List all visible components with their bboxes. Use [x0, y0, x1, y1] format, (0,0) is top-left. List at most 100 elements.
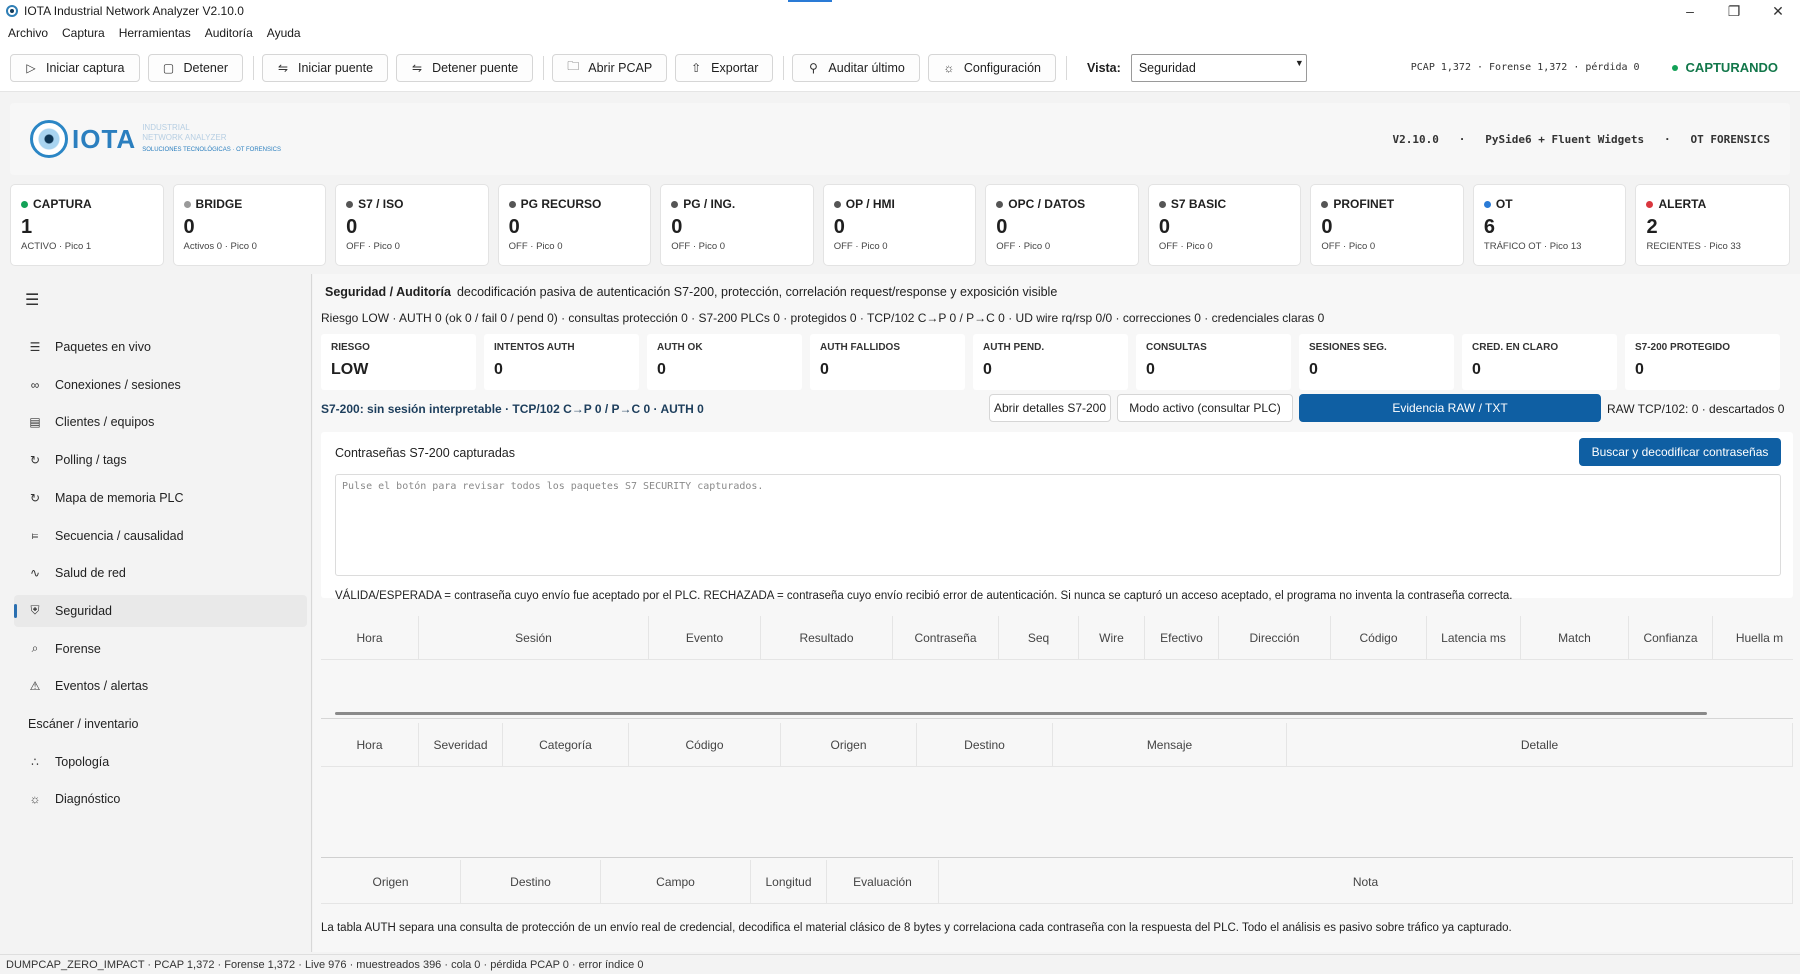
menu-auditoria[interactable]: Auditoría [205, 26, 253, 40]
column-header[interactable]: Destino [917, 723, 1053, 766]
view-label: Vista: [1086, 60, 1121, 75]
refresh-icon: ↻ [29, 453, 41, 468]
menu-herramientas[interactable]: Herramientas [119, 26, 191, 40]
card-value: 0 [508, 216, 520, 238]
column-header[interactable]: Efectivo [1145, 616, 1219, 659]
captured-passwords-title: Contraseñas S7-200 capturadas [335, 446, 515, 460]
sidebar-item-eventos-alertas[interactable]: ⚠ Eventos / alertas [14, 670, 307, 702]
start-capture-button[interactable]: ▷ Iniciar captura [10, 53, 140, 82]
sidebar-item-polling-tags[interactable]: ↻ Polling / tags [14, 444, 307, 476]
status-bar: DUMPCAP_ZERO_IMPACT · PCAP 1,372 · Foren… [0, 954, 1800, 974]
column-header[interactable]: Evento [649, 616, 761, 659]
card-subtitle: OFF · Pico 0 [996, 241, 1051, 252]
card-value: 0 [996, 216, 1008, 238]
restore-icon[interactable]: ❐ [1712, 0, 1756, 22]
column-header[interactable]: Hora [321, 723, 419, 766]
column-header[interactable]: Origen [321, 860, 461, 903]
column-header[interactable]: Campo [601, 860, 751, 903]
column-header[interactable]: Destino [461, 860, 601, 903]
card-subtitle: OFF · Pico 0 [1321, 241, 1376, 252]
card-value: 0 [833, 216, 845, 238]
sidebar-item-escaner-inventario[interactable]: Escáner / inventario [14, 708, 307, 740]
sidebar-item-topologia[interactable]: ∴ Topología [14, 746, 307, 778]
capture-status: CAPTURANDO [1671, 60, 1778, 75]
column-header[interactable]: Código [629, 723, 781, 766]
column-header[interactable]: Huella m [1713, 616, 1793, 659]
column-header[interactable]: Categoría [503, 723, 629, 766]
column-header[interactable]: Nota [939, 860, 1793, 903]
decode-passwords-button[interactable]: Buscar y decodificar contraseñas [1579, 438, 1781, 466]
audit-last-button[interactable]: ⚲ Auditar último [792, 53, 920, 82]
sidebar-item-secuencia-causalidad[interactable]: ⫢ Secuencia / causalidad [14, 520, 307, 552]
sequence-icon: ⫢ [31, 528, 39, 542]
search-icon: ⚲ [809, 60, 818, 75]
brand-banner: IOTA INDUSTRIAL NETWORK ANALYZER SOLUCIO… [10, 103, 1790, 175]
active-mode-button[interactable]: Modo activo (consultar PLC) [1117, 394, 1293, 422]
column-header[interactable]: Match [1521, 616, 1629, 659]
status-dot-icon [21, 200, 28, 208]
sidebar-item-salud-de-red[interactable]: ∿ Salud de red [14, 557, 307, 589]
alerts-table-divider [321, 857, 1793, 858]
column-header[interactable]: Severidad [419, 723, 503, 766]
sidebar-item-forense[interactable]: ⌕ Forense [14, 633, 307, 665]
metric-tile: AUTH OK 0 [647, 334, 802, 390]
column-header[interactable]: Confianza [1629, 616, 1713, 659]
menu-ayuda[interactable]: Ayuda [267, 26, 301, 40]
column-header[interactable]: Origen [781, 723, 917, 766]
sidebar-item-clientes-equipos[interactable]: ▤ Clientes / equipos [14, 406, 307, 438]
column-header[interactable]: Seq [999, 616, 1079, 659]
view-select[interactable]: Seguridad ▼ [1130, 53, 1307, 82]
column-header[interactable]: Dirección [1219, 616, 1331, 659]
sidebar: ☰ ☰ Paquetes en vivo ∞ Conexiones / sesione… [0, 274, 312, 952]
open-s7-details-button[interactable]: Abrir detalles S7-200 [989, 394, 1111, 422]
passwords-output[interactable]: Pulse el botón para revisar todos los pa… [335, 474, 1781, 576]
close-icon[interactable]: ✕ [1756, 0, 1800, 22]
menu-captura[interactable]: Captura [62, 26, 105, 40]
status-card: OPC / DATOS 0 OFF · Pico 0 [985, 184, 1139, 266]
status-card: PG / ING. 0 OFF · Pico 0 [660, 184, 814, 266]
column-header[interactable]: Sesión [419, 616, 649, 659]
card-value: 0 [346, 216, 358, 238]
sidebar-item-seguridad[interactable]: ⛨ Seguridad [14, 594, 307, 627]
sidebar-item-paquetes-en-vivo[interactable]: ☰ Paquetes en vivo [14, 331, 307, 363]
capture-counters: PCAP 1,372 · Forense 1,372 · pérdida 0 [1410, 62, 1640, 73]
column-header[interactable]: Longitud [751, 860, 827, 903]
shield-icon: ⛨ [30, 603, 40, 618]
card-value: 0 [183, 216, 195, 238]
menu-archivo[interactable]: Archivo [8, 26, 48, 40]
sidebar-item-conexiones-sesiones[interactable]: ∞ Conexiones / sesiones [14, 369, 307, 401]
pulse-icon: ∿ [29, 566, 41, 581]
metric-tile: AUTH FALLIDOS 0 [810, 334, 965, 390]
column-header[interactable]: Hora [321, 616, 419, 659]
sidebar-item-diagnostico[interactable]: ☼ Diagnóstico [14, 783, 307, 815]
column-header[interactable]: Contraseña [893, 616, 999, 659]
sidebar-item-mapa-de-memoria-plc[interactable]: ↻ Mapa de memoria PLC [14, 482, 307, 514]
risk-summary: Riesgo LOW · AUTH 0 (ok 0 / fail 0 / pen… [321, 311, 1325, 325]
column-header[interactable]: Latencia ms [1427, 616, 1521, 659]
column-header[interactable]: Resultado [761, 616, 893, 659]
chevron-down-icon: ▼ [1294, 57, 1304, 68]
minimize-icon[interactable]: – [1668, 0, 1712, 22]
status-dot-icon [833, 200, 841, 208]
column-header[interactable]: Código [1331, 616, 1427, 659]
export-button[interactable]: ⇧ Exportar [675, 53, 774, 82]
column-header[interactable]: Detalle [1287, 723, 1793, 766]
start-bridge-button[interactable]: ⇋ Iniciar puente [262, 53, 389, 82]
settings-button[interactable]: ☼ Configuración [927, 53, 1056, 82]
stop-capture-button[interactable]: ▢ Detener [147, 53, 243, 82]
card-value: 2 [1646, 216, 1658, 238]
status-card: PROFINET 0 OFF · Pico 0 [1310, 184, 1464, 266]
hamburger-menu-icon[interactable]: ☰ [25, 290, 39, 310]
title-accent-line [788, 0, 832, 2]
export-icon: ⇧ [691, 60, 702, 75]
metric-tile: SESIONES SEG. 0 [1299, 334, 1454, 390]
column-header[interactable]: Mensaje [1053, 723, 1287, 766]
column-header[interactable]: Evaluación [827, 860, 939, 903]
stop-bridge-button[interactable]: ⇋ Detener puente [396, 53, 534, 82]
status-card: BRIDGE 0 Activos 0 · Pico 0 [172, 184, 327, 266]
evidence-raw-button[interactable]: Evidencia RAW / TXT [1299, 394, 1601, 422]
column-header[interactable]: Wire [1079, 616, 1145, 659]
auth-table-scrollbar[interactable] [335, 712, 1707, 715]
status-dot-icon [346, 200, 354, 208]
open-pcap-button[interactable]: 🗀 Abrir PCAP [552, 53, 668, 82]
